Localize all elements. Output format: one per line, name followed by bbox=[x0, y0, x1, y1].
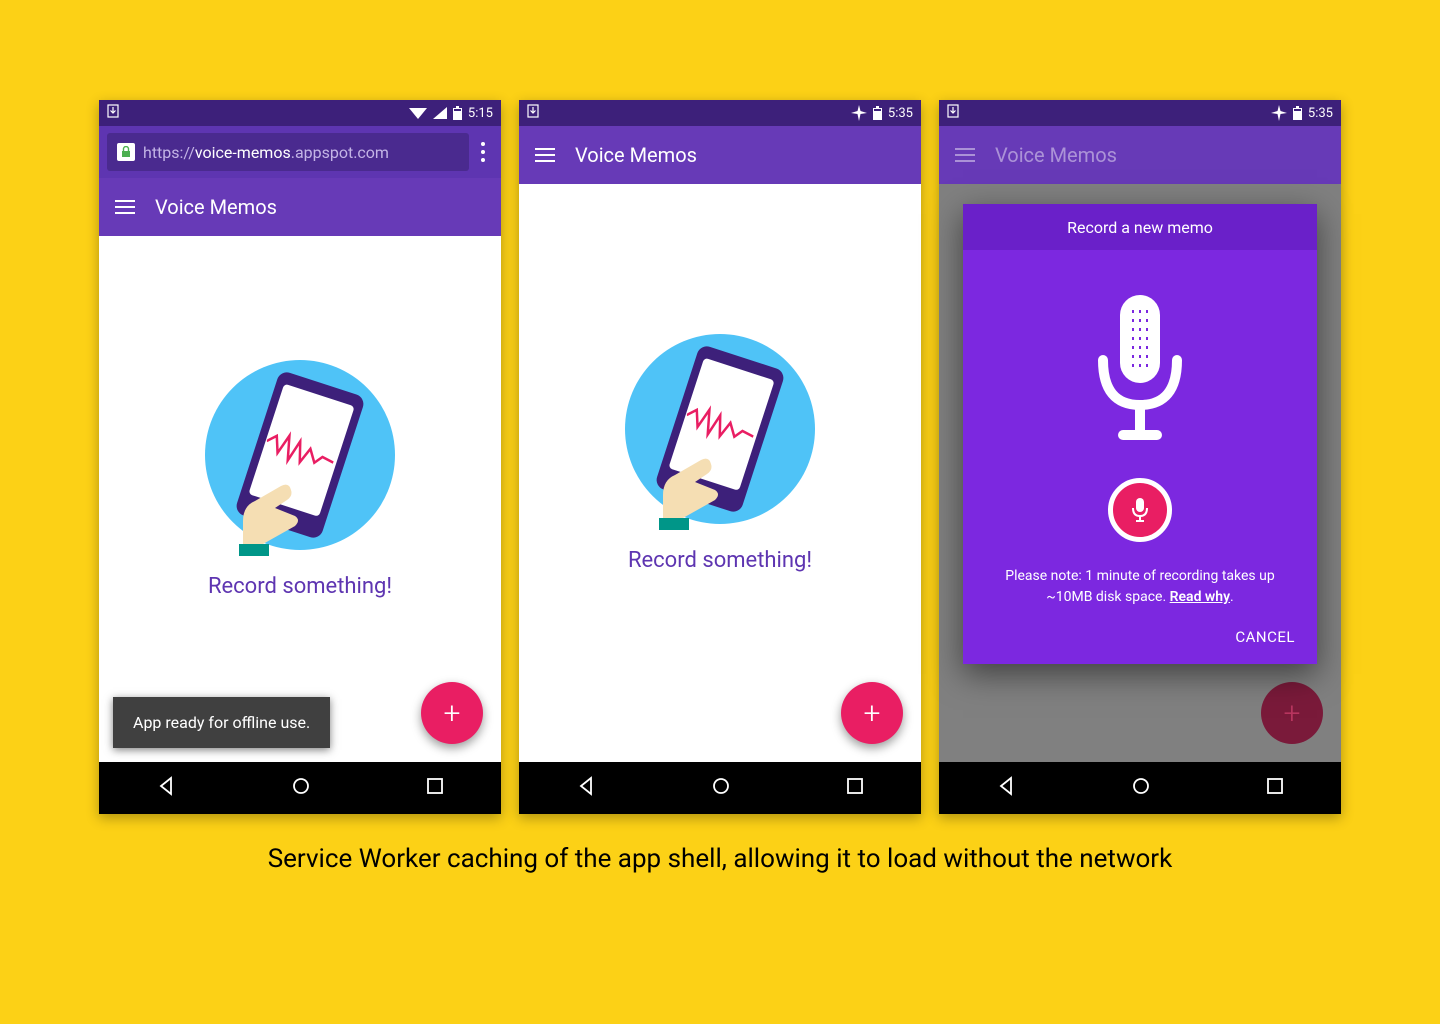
record-modal: Record a new memo bbox=[963, 204, 1317, 664]
download-indicator-icon bbox=[527, 104, 539, 122]
modal-note: Please note: 1 minute of recording takes… bbox=[983, 566, 1297, 608]
home-icon[interactable] bbox=[711, 776, 731, 800]
clock-text: 5:35 bbox=[1308, 106, 1333, 121]
phones-row: 5:15 https://voice-memos.appspot.com Voi… bbox=[59, 100, 1381, 814]
hamburger-icon[interactable] bbox=[535, 148, 555, 162]
cell-signal-icon bbox=[433, 107, 447, 119]
record-prompt-text: Record something! bbox=[208, 574, 392, 599]
clock-text: 5:35 bbox=[888, 106, 913, 121]
main-content: Record something! App ready for offline … bbox=[99, 236, 501, 762]
fab-add-button[interactable]: + bbox=[421, 682, 483, 744]
android-nav-bar bbox=[519, 762, 921, 814]
recent-icon[interactable] bbox=[1266, 777, 1284, 799]
main-content: + Record a new memo bbox=[939, 184, 1341, 762]
android-nav-bar bbox=[939, 762, 1341, 814]
airplane-mode-icon bbox=[1271, 105, 1287, 121]
plus-icon: + bbox=[444, 696, 461, 731]
app-title: Voice Memos bbox=[155, 195, 277, 219]
mic-small-icon bbox=[1130, 497, 1150, 523]
airplane-mode-icon bbox=[851, 105, 867, 121]
hand-icon bbox=[233, 466, 313, 556]
main-content: Record something! + bbox=[519, 184, 921, 762]
home-icon[interactable] bbox=[1131, 776, 1151, 800]
recent-icon[interactable] bbox=[426, 777, 444, 799]
android-status-bar: 5:35 bbox=[939, 100, 1341, 126]
lock-icon bbox=[117, 143, 135, 161]
app-title: Voice Memos bbox=[995, 143, 1117, 167]
android-status-bar: 5:35 bbox=[519, 100, 921, 126]
clock-text: 5:15 bbox=[468, 106, 493, 121]
android-nav-bar bbox=[99, 762, 501, 814]
back-icon[interactable] bbox=[996, 776, 1016, 800]
back-icon[interactable] bbox=[156, 776, 176, 800]
app-bar: Voice Memos bbox=[99, 178, 501, 236]
url-text: https://voice-memos.appspot.com bbox=[143, 143, 459, 162]
read-why-link[interactable]: Read why bbox=[1170, 589, 1230, 605]
cancel-button[interactable]: CANCEL bbox=[1235, 628, 1295, 646]
phone-screenshot-3: 5:35 Voice Memos + Record a new memo bbox=[939, 100, 1341, 814]
phone-screenshot-2: 5:35 Voice Memos Record something! bbox=[519, 100, 921, 814]
app-bar: Voice Memos bbox=[939, 126, 1341, 184]
offline-toast: App ready for offline use. bbox=[113, 697, 330, 748]
back-icon[interactable] bbox=[576, 776, 596, 800]
fab-add-button: + bbox=[1261, 682, 1323, 744]
wifi-icon bbox=[409, 106, 427, 120]
fab-add-button[interactable]: + bbox=[841, 682, 903, 744]
battery-icon bbox=[453, 106, 462, 120]
download-indicator-icon bbox=[107, 104, 119, 122]
phone-screenshot-1: 5:15 https://voice-memos.appspot.com Voi… bbox=[99, 100, 501, 814]
android-status-bar: 5:15 bbox=[99, 100, 501, 126]
recent-icon[interactable] bbox=[846, 777, 864, 799]
record-prompt-text: Record something! bbox=[628, 548, 812, 573]
browser-menu-button[interactable] bbox=[469, 142, 491, 162]
download-indicator-icon bbox=[947, 104, 959, 122]
illustration bbox=[625, 334, 815, 524]
microphone-icon bbox=[1085, 290, 1195, 450]
url-input[interactable]: https://voice-memos.appspot.com bbox=[107, 133, 469, 171]
plus-icon: + bbox=[1284, 696, 1301, 731]
battery-icon bbox=[1293, 106, 1302, 120]
battery-icon bbox=[873, 106, 882, 120]
record-button[interactable] bbox=[1108, 478, 1172, 542]
figure-caption: Service Worker caching of the app shell,… bbox=[228, 844, 1213, 874]
app-bar: Voice Memos bbox=[519, 126, 921, 184]
home-icon[interactable] bbox=[291, 776, 311, 800]
illustration bbox=[205, 360, 395, 550]
app-title: Voice Memos bbox=[575, 143, 697, 167]
browser-url-bar: https://voice-memos.appspot.com bbox=[99, 126, 501, 178]
plus-icon: + bbox=[864, 696, 881, 731]
modal-title: Record a new memo bbox=[963, 204, 1317, 250]
hamburger-icon bbox=[955, 148, 975, 162]
hamburger-icon[interactable] bbox=[115, 200, 135, 214]
hand-icon bbox=[653, 440, 733, 530]
